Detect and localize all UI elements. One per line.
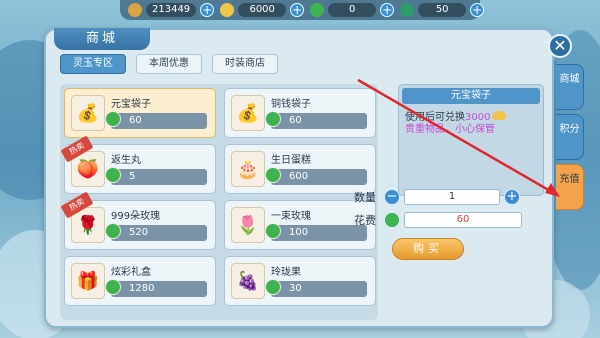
coin-icon	[128, 3, 142, 17]
jade-icon	[265, 167, 281, 183]
shop-item[interactable]: 🎂 生日蛋糕 600	[224, 144, 376, 194]
shop-window: 商城 灵玉专区 本周优惠 时装商店 💰 元宝袋子 60 💰 铜钱袋子 60 🍑 …	[44, 28, 554, 328]
detail-title: 元宝袋子	[402, 88, 540, 104]
jade-icon	[105, 167, 121, 183]
cost-row: 花费 60	[354, 212, 522, 228]
item-price: 1280	[111, 281, 207, 297]
cake-icon: 🎂	[231, 151, 265, 187]
item-detail-panel: 元宝袋子 使用后可兑换3000 贵重物品，小心保管	[398, 84, 544, 196]
tab-fashion-shop[interactable]: 时装商店	[212, 54, 278, 74]
coins-value: 213449	[146, 3, 197, 17]
shop-item[interactable]: 🎁 炫彩礼盒 1280	[64, 256, 216, 306]
item-name: 返生丸	[111, 155, 141, 166]
item-price: 60	[111, 113, 207, 129]
shop-item[interactable]: 🌹 999朵玫瑰 520 热卖	[60, 191, 216, 250]
tab-jade-zone[interactable]: 灵玉专区	[60, 54, 126, 74]
jade-icon	[265, 223, 281, 239]
item-price: 520	[111, 225, 207, 241]
detail-desc-amount: 3000	[465, 112, 491, 123]
jade-icon	[265, 111, 281, 127]
side-tab-recharge[interactable]: 充值	[556, 164, 584, 210]
detail-description: 使用后可兑换3000 贵重物品，小心保管	[399, 107, 543, 140]
tab-weekly-deals[interactable]: 本周优惠	[136, 54, 202, 74]
detail-desc-prefix: 使用后可兑换	[405, 112, 465, 123]
bag-icon: 💰	[231, 95, 265, 131]
ingot-icon	[492, 111, 507, 120]
item-name: 元宝袋子	[111, 99, 151, 110]
side-tab-shop[interactable]: 商城	[556, 64, 584, 110]
resource-jade: 0 +	[310, 2, 395, 18]
shop-item[interactable]: 🍇 玲珑果 30	[224, 256, 376, 306]
close-button[interactable]: ✕	[548, 34, 572, 58]
add-coins-button[interactable]: +	[200, 3, 215, 17]
shop-tabs: 灵玉专区 本周优惠 时装商店	[60, 54, 278, 74]
gift-icon: 🎁	[71, 263, 105, 299]
item-name: 999朵玫瑰	[111, 211, 161, 222]
jade-icon	[105, 223, 121, 239]
cost-label: 花费	[354, 214, 376, 227]
shop-item[interactable]: 🍑 返生丸 5 热卖	[60, 135, 216, 194]
quantity-minus-button[interactable]: −	[384, 189, 400, 205]
jade-value: 0	[328, 3, 377, 17]
quantity-row: 数量 − 1 +	[354, 189, 520, 205]
add-jade-button[interactable]: +	[380, 3, 395, 17]
jade-icon	[105, 111, 121, 127]
side-tab-points[interactable]: 积分	[556, 114, 584, 160]
quantity-plus-button[interactable]: +	[504, 189, 520, 205]
item-price: 600	[271, 169, 367, 185]
item-grid: 💰 元宝袋子 60 💰 铜钱袋子 60 🍑 返生丸 5 热卖 🎂 生日蛋糕 60…	[60, 84, 378, 320]
cost-value: 60	[404, 212, 522, 228]
resource-ingots: 6000 +	[220, 2, 305, 18]
item-price: 60	[271, 113, 367, 129]
resource-coins: 213449 +	[128, 2, 215, 18]
add-jade-coin-button[interactable]: +	[470, 3, 485, 17]
jade-coin-value: 50	[418, 3, 467, 17]
item-name: 生日蛋糕	[271, 155, 311, 166]
ingot-icon	[220, 3, 235, 17]
buy-button[interactable]: 购买	[392, 238, 464, 260]
jade-icon	[310, 3, 325, 17]
jade-icon	[105, 279, 121, 295]
item-name: 玲珑果	[271, 267, 301, 278]
add-ingots-button[interactable]: +	[290, 3, 305, 17]
item-name: 一束玫瑰	[271, 211, 311, 222]
shop-item[interactable]: 💰 铜钱袋子 60	[224, 88, 376, 138]
item-price: 5	[111, 169, 207, 185]
item-name: 炫彩礼盒	[111, 267, 151, 278]
side-tabs: 商城 积分 充值	[556, 64, 584, 210]
shop-item[interactable]: 💰 元宝袋子 60	[64, 88, 216, 138]
item-name: 铜钱袋子	[271, 99, 311, 110]
quantity-label: 数量	[354, 191, 376, 204]
item-price: 100	[271, 225, 367, 241]
jade-coin-icon	[400, 3, 415, 17]
rose-icon: 🌷	[231, 207, 265, 243]
resource-bar: 213449 + 6000 + 0 + 50 +	[120, 0, 485, 20]
jade-icon	[265, 279, 281, 295]
window-title: 商城	[54, 28, 150, 50]
ingots-value: 6000	[238, 3, 287, 17]
bag-icon: 💰	[71, 95, 105, 131]
resource-jade-coin: 50 +	[400, 2, 485, 18]
detail-desc-note: 贵重物品，小心保管	[405, 124, 495, 135]
item-price: 30	[271, 281, 367, 297]
fruit-icon: 🍇	[231, 263, 265, 299]
jade-icon	[384, 212, 400, 228]
quantity-field[interactable]: 1	[404, 189, 500, 205]
